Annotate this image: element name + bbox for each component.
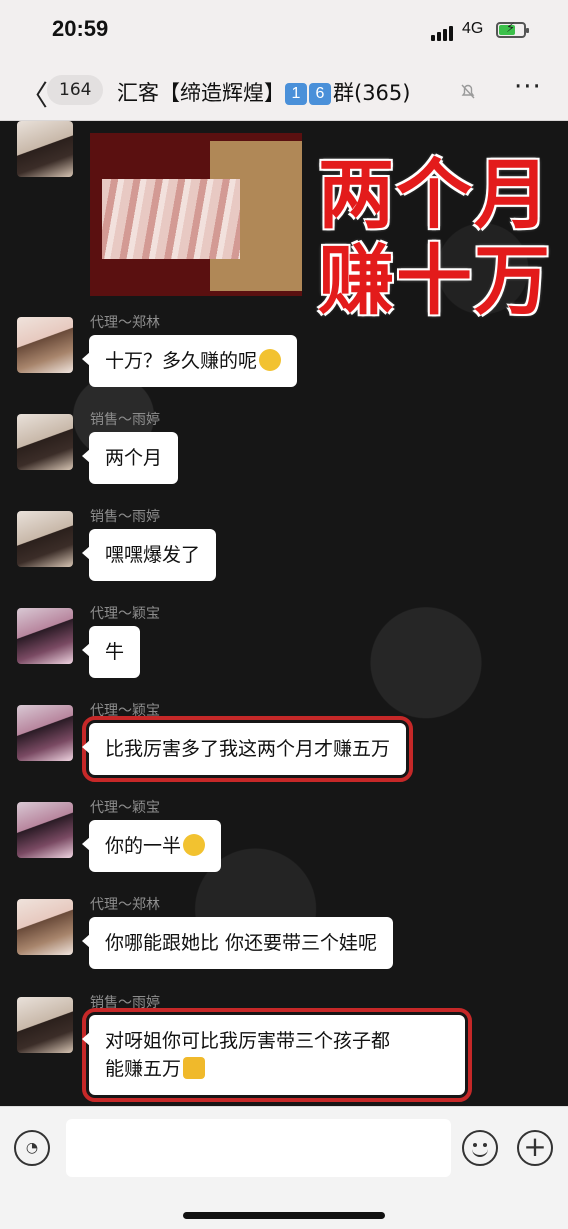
thumbs-up-emoji-icon bbox=[183, 1057, 206, 1079]
message-bubble[interactable]: 你哪能跟她比 你还要带三个娃呢 bbox=[81, 917, 394, 969]
chat-title[interactable]: 汇客【缔造辉煌】 1 6 群(365) bbox=[117, 77, 410, 107]
message-text-line2-row: 能赚五万 bbox=[105, 1055, 449, 1083]
message-bubble[interactable]: 两个月 bbox=[81, 432, 179, 484]
chat-title-prefix: 汇客【缔造辉煌】 bbox=[117, 81, 285, 105]
sender-name: 代理～郑林 bbox=[90, 315, 160, 331]
chat-header: 〈 164 汇客【缔造辉煌】 1 6 群(365) ··· bbox=[0, 62, 568, 121]
chat-title-suffix: 群(365) bbox=[333, 81, 411, 105]
emoji-picker-icon[interactable] bbox=[462, 1130, 498, 1166]
message-text: 两个月 bbox=[105, 447, 163, 469]
sender-name: 销售～雨婷 bbox=[90, 509, 160, 525]
message-text: 嘿嘿爆发了 bbox=[105, 544, 201, 566]
chat-message-list[interactable]: 两个月 赚十万 代理～郑林 十万？多久赚的呢 销售～雨婷 两个月 销售～雨婷 嘿… bbox=[0, 121, 568, 1106]
message-text: 牛 bbox=[105, 641, 125, 663]
home-indicator-area bbox=[0, 1188, 568, 1229]
network-type: 4G bbox=[462, 20, 484, 37]
more-options-icon[interactable]: ··· bbox=[514, 72, 542, 102]
number-badge-1: 1 bbox=[285, 83, 307, 105]
sender-name: 销售～雨婷 bbox=[90, 995, 160, 1011]
message-text: 你的一半 bbox=[105, 835, 182, 857]
unread-count-badge[interactable]: 164 bbox=[47, 75, 104, 105]
highlighted-message-bubble[interactable]: 比我厉害多了我这两个月才赚五万 bbox=[81, 716, 414, 782]
message-input[interactable] bbox=[66, 1119, 451, 1177]
sender-name: 代理～颖宝 bbox=[90, 703, 160, 719]
avatar[interactable] bbox=[17, 997, 73, 1053]
thinking-emoji-icon bbox=[259, 349, 282, 371]
avatar[interactable] bbox=[17, 511, 73, 567]
number-badge-2: 6 bbox=[309, 83, 331, 105]
sender-name: 代理～颖宝 bbox=[90, 606, 160, 622]
message-text-line2: 能赚五万 bbox=[105, 1058, 182, 1080]
battery-icon: ⚡ bbox=[496, 21, 529, 38]
chat-image-message[interactable] bbox=[90, 133, 302, 296]
avatar[interactable] bbox=[17, 414, 73, 470]
laughing-emoji-icon bbox=[183, 834, 206, 856]
highlighted-message-bubble[interactable]: 对呀姐你可比我厉害带三个孩子都 能赚五万 bbox=[82, 1008, 472, 1102]
avatar[interactable] bbox=[17, 899, 73, 955]
overlay-caption-line2: 赚十万 bbox=[318, 236, 552, 325]
sender-name: 销售～雨婷 bbox=[90, 412, 160, 428]
cash-bundle-image bbox=[102, 179, 240, 259]
sender-name: 代理～郑林 bbox=[90, 897, 160, 913]
avatar[interactable] bbox=[17, 317, 73, 373]
home-indicator[interactable] bbox=[183, 1212, 385, 1219]
message-bubble[interactable]: 牛 bbox=[81, 626, 141, 678]
avatar[interactable] bbox=[17, 802, 73, 858]
avatar[interactable] bbox=[17, 705, 73, 761]
avatar[interactable] bbox=[17, 121, 73, 177]
message-text: 比我厉害多了我这两个月才赚五万 bbox=[105, 738, 391, 760]
status-time: 20:59 bbox=[52, 16, 109, 41]
chevron-left-icon[interactable]: 〈 bbox=[20, 74, 48, 114]
status-bar: 20:59 4G ⚡ bbox=[0, 0, 568, 62]
signal-icon bbox=[431, 25, 457, 41]
voice-input-icon[interactable]: ◔ bbox=[14, 1130, 50, 1166]
message-text: 你哪能跟她比 你还要带三个娃呢 bbox=[105, 932, 378, 954]
mute-bell-icon bbox=[461, 84, 475, 99]
avatar[interactable] bbox=[17, 608, 73, 664]
message-input-bar: ◔ + bbox=[0, 1106, 568, 1189]
message-text-line1: 对呀姐你可比我厉害带三个孩子都 bbox=[105, 1030, 391, 1052]
message-bubble[interactable]: 你的一半 bbox=[81, 820, 222, 872]
message-bubble[interactable]: 十万？多久赚的呢 bbox=[81, 335, 298, 387]
message-text: 十万？多久赚的呢 bbox=[105, 350, 258, 372]
add-attachment-icon[interactable]: + bbox=[517, 1130, 553, 1166]
message-bubble[interactable]: 嘿嘿爆发了 bbox=[81, 529, 217, 581]
sender-name: 代理～颖宝 bbox=[90, 800, 160, 816]
